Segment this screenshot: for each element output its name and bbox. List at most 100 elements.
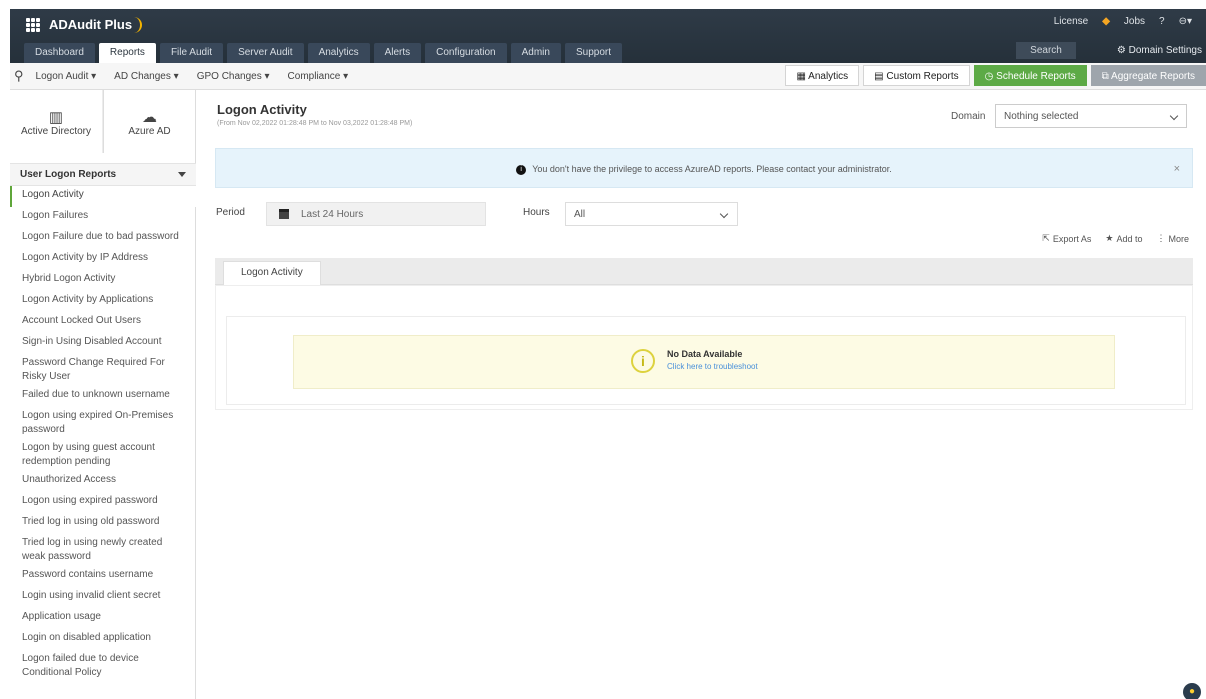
tab-reports[interactable]: Reports [98,43,156,63]
domain-value: Nothing selected [1004,111,1079,122]
nav-compliance[interactable]: Compliance ▾ [288,71,349,82]
jobs-link[interactable]: Jobs [1124,16,1145,27]
sidebar-item-application-usage[interactable]: Application usage [10,608,196,629]
tab-server-audit[interactable]: Server Audit [227,43,304,63]
add-to-button[interactable]: ★ Add to [1105,233,1142,244]
active-directory-tab[interactable]: ▥ Active Directory [10,90,103,153]
report-actions: ▦ Analytics ▤ Custom Reports ◷ Schedule … [785,65,1206,86]
sidebar-item-old-password[interactable]: Tried log in using old password [10,513,196,534]
export-button[interactable]: ⇱ Export As [1042,233,1091,244]
screen: ADAudit Plus License ◆ Jobs ? ⊖▾ Dashboa… [0,0,1206,699]
sidebar-item-expired-onprem[interactable]: Logon using expired On-Premises password [10,407,196,439]
nav-label: GPO Changes [196,70,262,82]
tab-file-audit[interactable]: File Audit [159,43,224,63]
apps-icon[interactable] [26,17,40,32]
no-data-title: No Data Available [667,349,743,359]
logo-row: ADAudit Plus [10,9,143,40]
period-value: Last 24 Hours [301,209,364,220]
search-icon[interactable]: ⚲ [14,68,24,84]
search-input[interactable]: Search [1016,42,1076,59]
alert-text: You don't have the privilege to access A… [532,164,892,174]
sidebar-item-invalid-secret[interactable]: Login using invalid client secret [10,587,196,608]
analytics-icon: ▦ [796,71,809,82]
info-circle-icon: i [631,349,655,373]
tab-analytics[interactable]: Analytics [307,43,370,63]
top-bar: ADAudit Plus License ◆ Jobs ? ⊖▾ Dashboa… [10,9,1206,63]
tab-configuration[interactable]: Configuration [425,43,507,63]
filters: Period Last 24 Hours Hours All [216,202,738,226]
sidebar-item-weak-password[interactable]: Tried log in using newly created weak pa… [10,534,196,566]
aggregate-reports-button[interactable]: ⧉ Aggregate Reports [1090,65,1206,86]
schedule-reports-button[interactable]: ◷ Schedule Reports [973,65,1087,86]
permission-alert: i You don't have the privilege to access … [215,148,1193,188]
sidebar-item-password-username[interactable]: Password contains username [10,566,196,587]
chevron-down-icon [719,209,729,219]
close-icon[interactable]: × [1174,149,1180,189]
nav-ad-changes[interactable]: AD Changes ▾ [114,71,179,82]
sidebar-item-guest-pending[interactable]: Logon by using guest account redemption … [10,439,196,471]
analytics-label: Analytics [808,71,849,82]
sidebar-item-logon-failures[interactable]: Logon Failures [10,207,196,228]
sidebar-item-unknown-username[interactable]: Failed due to unknown username [10,386,196,407]
azure-ad-tab[interactable]: ☁ Azure AD [103,90,196,153]
user-logon-reports-group[interactable]: User Logon Reports [10,163,196,186]
nav-label: AD Changes [114,70,171,82]
analytics-button[interactable]: ▦ Analytics [785,65,860,86]
main-tabs: Dashboard Reports File Audit Server Audi… [24,43,623,63]
tab-admin[interactable]: Admin [510,43,561,63]
sidebar-item-logon-activity[interactable]: Logon Activity [10,186,196,207]
report-list: Logon Activity Logon Failures Logon Fail… [10,186,196,698]
nav-logon-audit[interactable]: Logon Audit ▾ [36,71,97,82]
period-picker[interactable]: Last 24 Hours [266,202,486,226]
sidebar-item-locked-out[interactable]: Account Locked Out Users [10,312,196,333]
aggregate-icon: ⧉ [1101,71,1112,82]
troubleshoot-link[interactable]: Click here to troubleshoot [667,362,758,371]
top-right-links: License ◆ Jobs ? ⊖▾ [1054,9,1206,33]
sidebar-item-risky-user[interactable]: Password Change Required For Risky User [10,354,196,386]
no-data-message: i No Data Available Click here to troubles… [293,335,1115,389]
domain-settings-link[interactable]: ⚙ Domain Settings [1117,42,1202,59]
help-link[interactable]: ? [1159,16,1165,27]
sidebar-item-unauthorized[interactable]: Unauthorized Access [10,471,196,492]
chat-icon[interactable]: ● [1183,683,1201,699]
sidebar-item-conditional-policy[interactable]: Logon failed due to device Conditional P… [10,650,196,682]
date-range: (From Nov 02,2022 01:28:48 PM to Nov 03,… [217,120,413,127]
tab-support[interactable]: Support [564,43,623,63]
nav-gpo-changes[interactable]: GPO Changes ▾ [197,71,270,82]
sidebar-item-disabled-application[interactable]: Login on disabled application [10,629,196,650]
custom-reports-button[interactable]: ▤ Custom Reports [863,65,970,86]
left-sidebar: ▥ Active Directory ☁ Azure AD User Logon R… [10,90,196,699]
period-label: Period [216,207,245,218]
report-icon: ▤ [874,71,887,82]
sidebar-item-hybrid[interactable]: Hybrid Logon Activity [10,270,196,291]
hours-value: All [574,209,586,220]
directory-switch: ▥ Active Directory ☁ Azure AD [10,90,196,153]
sidebar-item-bad-password[interactable]: Logon Failure due to bad password [10,228,196,249]
sidebar-item-applications[interactable]: Logon Activity by Applications [10,291,196,312]
more-button[interactable]: ⋮ More [1156,233,1189,244]
azure-ad-label: Azure AD [128,126,171,137]
report-panel: i No Data Available Click here to troubles… [215,285,1193,410]
sidebar-item-disabled-account[interactable]: Sign-in Using Disabled Account [10,333,196,354]
nav-label: Logon Audit [35,70,89,82]
tab-logon-activity[interactable]: Logon Activity [223,261,321,285]
sidebar-item-expired-password[interactable]: Logon using expired password [10,492,196,513]
schedule-reports-label: Schedule Reports [996,71,1076,82]
more-icon: ⋮ [1156,233,1166,243]
user-icon[interactable]: ⊖▾ [1179,16,1192,27]
custom-reports-label: Custom Reports [886,71,959,82]
report-tabbar: Logon Activity [215,258,1193,285]
aggregate-reports-label: Aggregate Reports [1111,71,1195,82]
nav-label: Compliance [287,70,341,82]
add-to-label: Add to [1116,233,1143,244]
license-link[interactable]: License [1054,16,1088,27]
tab-dashboard[interactable]: Dashboard [24,43,95,63]
hours-select[interactable]: All [565,202,738,226]
sidebar-item-ip-address[interactable]: Logon Activity by IP Address [10,249,196,270]
gear-icon: ⚙ [1116,45,1129,56]
bell-icon[interactable]: ◆ [1102,16,1110,27]
tab-alerts[interactable]: Alerts [373,43,422,63]
report-box: i No Data Available Click here to troubles… [226,316,1186,405]
domain-select[interactable]: Nothing selected [995,104,1187,128]
calendar-icon [279,209,289,219]
